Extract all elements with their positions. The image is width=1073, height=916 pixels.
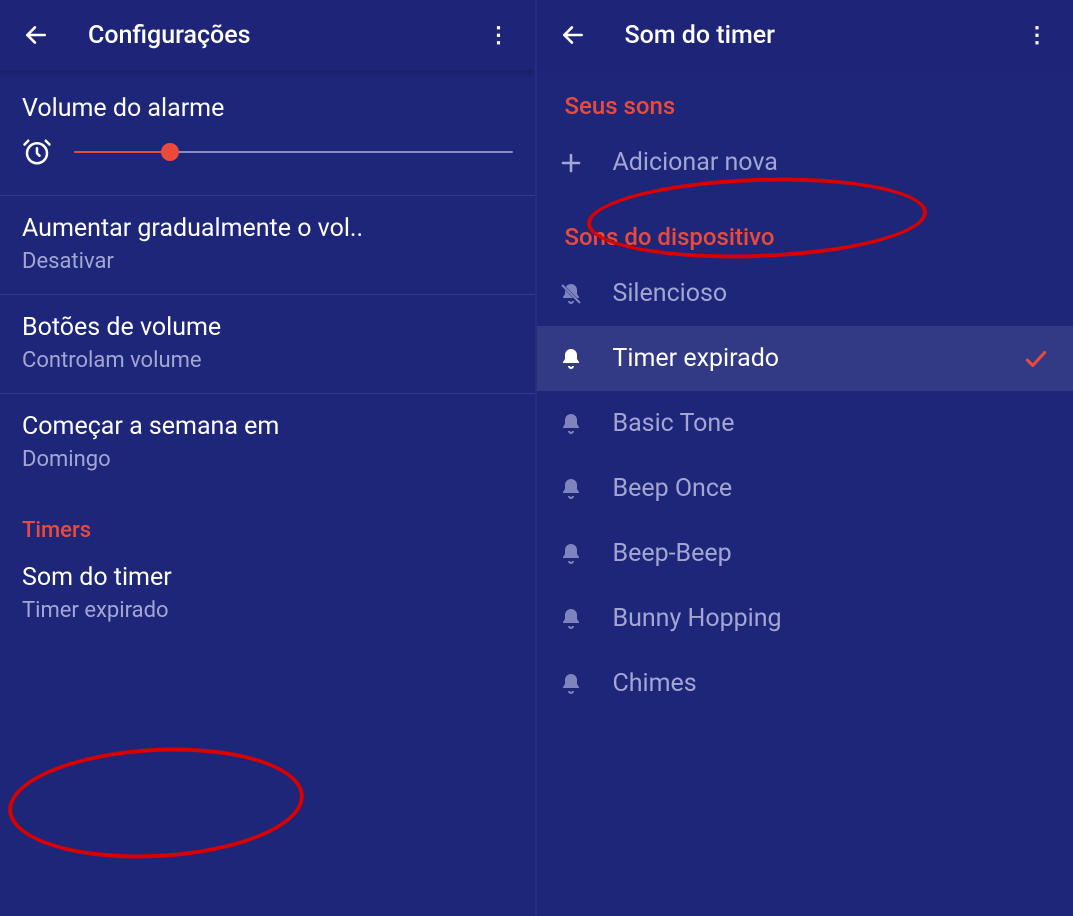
setting-title: Botões de volume	[22, 313, 513, 342]
setting-title: Começar a semana em	[22, 412, 513, 441]
setting-volume-buttons[interactable]: Botões de volume Controlam volume	[0, 295, 535, 394]
overflow-menu-icon[interactable]: ⋮	[479, 15, 519, 55]
alarm-clock-icon	[22, 137, 52, 167]
bell-icon	[557, 412, 585, 436]
overflow-menu-icon[interactable]: ⋮	[1017, 15, 1057, 55]
appbar: Configurações ⋮	[0, 0, 535, 70]
sound-basic-tone[interactable]: Basic Tone	[537, 391, 1073, 456]
setting-subtitle: Timer expirado	[22, 598, 513, 623]
sound-label: Timer expirado	[613, 344, 780, 373]
sound-label: Basic Tone	[613, 409, 735, 438]
setting-title: Som do timer	[22, 563, 513, 592]
check-icon	[1023, 346, 1049, 372]
setting-title: Aumentar gradualmente o vol..	[22, 214, 513, 243]
bell-off-icon	[557, 282, 585, 306]
sound-label: Silencioso	[613, 279, 728, 308]
annotation-ellipse	[5, 740, 306, 865]
timer-sound-screen: Som do timer ⋮ Seus sons Adicionar nova …	[537, 0, 1073, 916]
sound-beep-once[interactable]: Beep Once	[537, 456, 1073, 521]
back-icon[interactable]	[16, 15, 56, 55]
plus-icon	[557, 151, 585, 175]
section-header-device-sounds: Sons do dispositivo	[537, 195, 1073, 261]
volume-slider[interactable]	[74, 151, 513, 153]
sound-silent[interactable]: Silencioso	[537, 261, 1073, 326]
bell-icon	[557, 477, 585, 501]
setting-subtitle: Domingo	[22, 447, 513, 472]
bell-icon	[557, 347, 585, 371]
sound-label: Beep-Beep	[613, 539, 732, 568]
page-title: Configurações	[88, 21, 250, 50]
sound-label: Chimes	[613, 669, 697, 698]
setting-timer-sound[interactable]: Som do timer Timer expirado	[0, 557, 535, 643]
section-header-timers: Timers	[0, 492, 535, 557]
bell-icon	[557, 542, 585, 566]
settings-screen: Configurações ⋮ Volume do alarme	[0, 0, 537, 916]
back-icon[interactable]	[553, 15, 593, 55]
bell-icon	[557, 607, 585, 631]
sound-bunny-hopping[interactable]: Bunny Hopping	[537, 586, 1073, 651]
sound-chimes[interactable]: Chimes	[537, 651, 1073, 716]
setting-week-start[interactable]: Começar a semana em Domingo	[0, 394, 535, 492]
page-title: Som do timer	[625, 21, 776, 50]
setting-subtitle: Desativar	[22, 249, 513, 274]
appbar: Som do timer ⋮	[537, 0, 1073, 70]
sound-timer-expired[interactable]: Timer expirado	[537, 326, 1073, 391]
sound-label: Bunny Hopping	[613, 604, 782, 633]
settings-list: Volume do alarme Aumentar gradualmente o…	[0, 70, 535, 643]
setting-gradual-volume[interactable]: Aumentar gradualmente o vol.. Desativar	[0, 196, 535, 295]
sound-label: Adicionar nova	[613, 148, 778, 177]
bell-icon	[557, 672, 585, 696]
setting-title: Volume do alarme	[22, 94, 513, 123]
setting-alarm-volume[interactable]: Volume do alarme	[0, 76, 535, 196]
section-header-your-sounds: Seus sons	[537, 70, 1073, 130]
slider-thumb[interactable]	[161, 143, 179, 161]
sound-label: Beep Once	[613, 474, 733, 503]
setting-subtitle: Controlam volume	[22, 348, 513, 373]
add-new-sound[interactable]: Adicionar nova	[537, 130, 1073, 195]
sound-beep-beep[interactable]: Beep-Beep	[537, 521, 1073, 586]
